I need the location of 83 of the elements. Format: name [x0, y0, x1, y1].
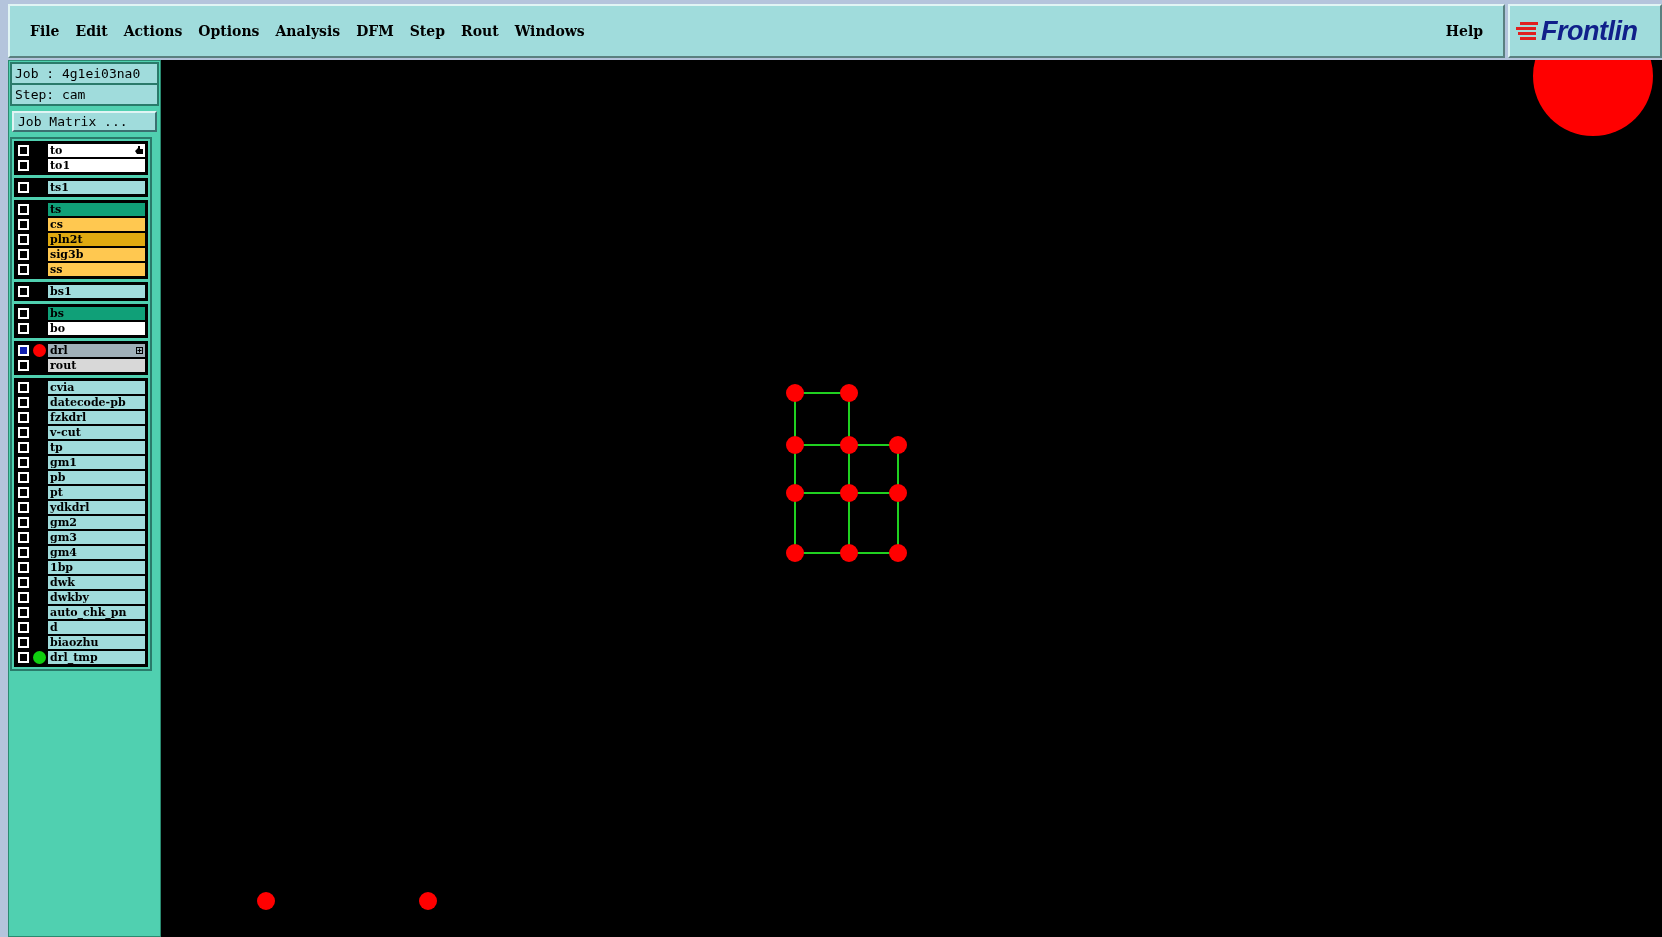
layer-checkbox[interactable] — [18, 457, 29, 468]
layer-checkbox[interactable] — [18, 622, 29, 633]
layer-checkbox[interactable] — [18, 219, 29, 230]
layer-name[interactable]: gm4 — [47, 545, 146, 560]
layer-checkbox[interactable] — [18, 427, 29, 438]
layer-name[interactable]: d — [47, 620, 146, 635]
layer-name[interactable]: cs — [47, 217, 146, 232]
menu-item[interactable]: Options — [190, 23, 268, 39]
layer-checkbox[interactable] — [18, 547, 29, 558]
layer-name[interactable]: bo — [47, 321, 146, 336]
drill-hole — [419, 892, 437, 910]
menu-item[interactable]: File — [22, 23, 68, 39]
layer-checkbox[interactable] — [18, 412, 29, 423]
layer-checkbox[interactable] — [18, 637, 29, 648]
layer-name[interactable]: ts1 — [47, 180, 146, 195]
layer-checkbox[interactable] — [18, 345, 29, 356]
layer-checkbox[interactable] — [18, 442, 29, 453]
layer-name[interactable]: drl — [47, 343, 146, 358]
layer-checkbox[interactable] — [18, 532, 29, 543]
job-matrix-button[interactable]: Job Matrix ... — [12, 111, 157, 132]
job-name: Job : 4g1ei03na0 — [14, 65, 142, 83]
layer-checkbox[interactable] — [18, 517, 29, 528]
step-name: Step: cam — [12, 83, 157, 104]
layer-checkbox[interactable] — [18, 577, 29, 588]
layer-name[interactable]: gm2 — [47, 515, 146, 530]
layer-name[interactable]: v-cut — [47, 425, 146, 440]
layer-name[interactable]: cvia — [47, 380, 146, 395]
layer-name[interactable]: ss — [47, 262, 146, 277]
layer-checkbox[interactable] — [18, 502, 29, 513]
layer-name[interactable]: bs — [47, 306, 146, 321]
logo-text: Frontlin — [1541, 15, 1638, 47]
menu-item[interactable]: Actions — [115, 23, 191, 39]
layer-name[interactable]: pln2t — [47, 232, 146, 247]
layer-name[interactable]: auto_chk_pn — [47, 605, 146, 620]
layer-name[interactable]: tp — [47, 440, 146, 455]
layer-checkbox[interactable] — [18, 264, 29, 275]
layer-name[interactable]: pb — [47, 470, 146, 485]
layer-name[interactable]: datecode-pb — [47, 395, 146, 410]
layer-checkbox[interactable] — [18, 397, 29, 408]
menu-item[interactable]: DFM — [348, 23, 402, 39]
layer-name[interactable]: pt — [47, 485, 146, 500]
layer-checkbox[interactable] — [18, 160, 29, 171]
layer-checkbox[interactable] — [18, 182, 29, 193]
plus-box-icon — [136, 347, 143, 354]
layer-checkbox[interactable] — [18, 286, 29, 297]
layer-checkbox[interactable] — [18, 204, 29, 215]
layer-checkbox[interactable] — [18, 607, 29, 618]
layer-name[interactable]: 1bp — [47, 560, 146, 575]
layer-name[interactable]: biaozhu — [47, 635, 146, 650]
speed-lines-icon — [1516, 20, 1538, 42]
layer-name[interactable]: gm1 — [47, 455, 146, 470]
layer-checkbox[interactable] — [18, 592, 29, 603]
menu-item[interactable]: Step — [401, 23, 453, 39]
layer-name[interactable]: rout — [47, 358, 146, 373]
layer-checkbox[interactable] — [18, 308, 29, 319]
layer-checkbox[interactable] — [18, 382, 29, 393]
menu-item[interactable]: Rout — [453, 23, 507, 39]
layer-name[interactable]: drl_tmp — [47, 650, 146, 665]
layer-name[interactable]: ts — [47, 202, 146, 217]
layer-name[interactable]: fzkdrl — [47, 410, 146, 425]
menu-item[interactable]: Analysis — [267, 23, 349, 39]
layer-checkbox[interactable] — [18, 323, 29, 334]
layer-checkbox[interactable] — [18, 234, 29, 245]
layer-checkbox[interactable] — [18, 562, 29, 573]
layer-checkbox[interactable] — [18, 487, 29, 498]
layer-name[interactable]: sig3b — [47, 247, 146, 262]
layer-name[interactable]: to — [47, 143, 146, 158]
layer-name[interactable]: dwk — [47, 575, 146, 590]
layer-checkbox[interactable] — [18, 360, 29, 371]
menu-item[interactable]: Edit — [67, 23, 116, 39]
layer-name[interactable]: dwkby — [47, 590, 146, 605]
layer-checkbox[interactable] — [18, 249, 29, 260]
layer-checkbox[interactable] — [18, 472, 29, 483]
layer-checkbox[interactable] — [18, 145, 29, 156]
layer-name[interactable]: to1 — [47, 158, 146, 173]
hand-pointer-icon — [134, 146, 143, 155]
layer-name[interactable]: bs1 — [47, 284, 146, 299]
help-menu[interactable]: Help — [1437, 23, 1491, 39]
layer-name[interactable]: gm3 — [47, 530, 146, 545]
drill-hole — [257, 892, 275, 910]
menu-item[interactable]: Windows — [506, 23, 593, 39]
layer-name[interactable]: ydkdrl — [47, 500, 146, 515]
layer-checkbox[interactable] — [18, 652, 29, 663]
